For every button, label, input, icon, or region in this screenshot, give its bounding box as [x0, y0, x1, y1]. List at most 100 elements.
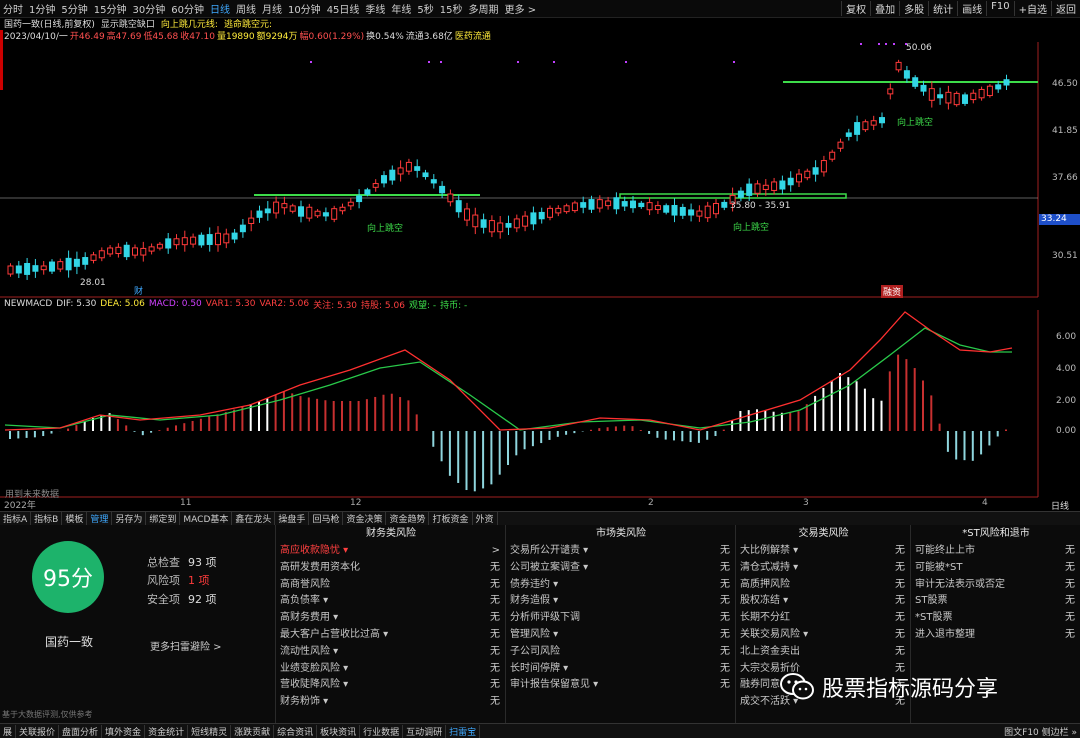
- risk-item-name: *ST股票: [915, 612, 953, 624]
- bottom-tab[interactable]: 展: [0, 724, 17, 738]
- risk-item[interactable]: 长时间停牌 ▾ 无: [506, 661, 736, 678]
- indicator-tab[interactable]: 资金决策: [343, 512, 387, 525]
- signal-dot: [440, 61, 442, 63]
- bottom-tab[interactable]: 行业数据: [360, 724, 404, 738]
- risk-item-name: 高负债率 ▾: [280, 595, 329, 607]
- indicator-tab[interactable]: MACD基本: [180, 512, 233, 525]
- macd-dea: DEA: 5.06: [100, 299, 145, 309]
- indicator-tab[interactable]: 打板资金: [429, 512, 473, 525]
- time-tick: 12: [350, 498, 362, 508]
- signal-dot: [310, 61, 312, 63]
- risk-item[interactable]: *ST股票 无: [911, 610, 1080, 627]
- risk-item[interactable]: 清仓式减持 ▾ 无: [736, 560, 911, 577]
- candle: [1003, 79, 1010, 86]
- candle: [231, 232, 238, 240]
- macd-name[interactable]: NEWMACD: [4, 299, 52, 309]
- risk-item[interactable]: 审计报告保留意见 ▾ 无: [506, 677, 736, 694]
- candle: [389, 169, 396, 181]
- bottom-tab[interactable]: 短线精灵: [188, 724, 232, 738]
- candle: [522, 215, 529, 227]
- risk-item[interactable]: 股权冻结 ▾ 无: [736, 593, 911, 610]
- risk-item[interactable]: 营收陡降风险 ▾ 无: [276, 677, 506, 694]
- candle: [331, 208, 338, 220]
- risk-item[interactable]: 业绩变脸风险 ▾ 无: [276, 661, 506, 678]
- risk-item[interactable]: 高负债率 ▾ 无: [276, 593, 506, 610]
- stat-value: 1 项: [188, 574, 210, 587]
- bottom-tab[interactable]: 互动调研: [403, 724, 447, 738]
- risk-item[interactable]: 高质押风险 无: [736, 577, 911, 594]
- risk-item[interactable]: 高商誉风险 无: [276, 577, 506, 594]
- indicator-tabs: 指标A 指标B 模板 管理 另存为 绑定到 MACD基本 鑫在龙头 操盘手 回马枪 资金决策 资金趋势…: [0, 511, 1080, 526]
- watermark-text: 股票指标源码分享: [822, 677, 999, 702]
- risk-item[interactable]: 长期不分红 无: [736, 610, 911, 627]
- candle: [372, 183, 379, 188]
- indicator-tab[interactable]: 另存为: [112, 512, 147, 525]
- risk-item-status: 无: [895, 595, 905, 607]
- risk-item[interactable]: 流动性风险 ▾ 无: [276, 644, 506, 661]
- indicator-tab[interactable]: 资金趋势: [386, 512, 430, 525]
- candle: [903, 70, 910, 79]
- risk-item[interactable]: ST股票 无: [911, 593, 1080, 610]
- candle: [796, 173, 802, 183]
- bottom-tab[interactable]: 盘面分析: [59, 724, 103, 738]
- signal-dot: [860, 43, 862, 45]
- score-badge: 95分: [32, 541, 104, 613]
- risk-item[interactable]: 审计无法表示或否定 无: [911, 577, 1080, 594]
- dif-line: [4, 311, 1013, 431]
- bottom-tab[interactable]: 资金统计: [145, 724, 189, 738]
- indicator-tab[interactable]: 鑫在龙头: [232, 512, 276, 525]
- risk-item[interactable]: 高应收款隐忧 ▾ >: [276, 543, 506, 560]
- bottom-tab[interactable]: 填外资金: [102, 724, 146, 738]
- indicator-tab[interactable]: 外资: [473, 512, 498, 525]
- risk-item[interactable]: 高研发费用资本化 无: [276, 560, 506, 577]
- risk-item[interactable]: 管理风险 ▾ 无: [506, 627, 736, 644]
- candle: [356, 195, 363, 203]
- risk-item[interactable]: 财务粉饰 ▾ 无: [276, 694, 506, 711]
- candle: [970, 92, 977, 101]
- risk-item[interactable]: 债券违约 ▾ 无: [506, 577, 736, 594]
- risk-item[interactable]: 高财务费用 ▾ 无: [276, 610, 506, 627]
- candle: [414, 166, 421, 171]
- candle: [464, 208, 470, 221]
- bottom-tab[interactable]: 关联报价: [16, 724, 60, 738]
- indicator-tab[interactable]: 管理: [87, 512, 113, 525]
- stat-label: 总检查: [147, 556, 180, 569]
- candle: [721, 201, 728, 208]
- period-switch-button[interactable]: 日线: [1040, 499, 1080, 512]
- risk-item[interactable]: 交易所公开谴责 ▾ 无: [506, 543, 736, 560]
- indicator-tab[interactable]: 模板: [62, 512, 88, 525]
- stat-label: 安全项: [147, 593, 180, 606]
- risk-item-status: 无: [1065, 578, 1075, 590]
- risk-item-status: 无: [895, 561, 905, 573]
- bottom-tab[interactable]: 板块资讯: [317, 724, 361, 738]
- risk-item[interactable]: 北上资金卖出 无: [736, 644, 911, 661]
- risk-item[interactable]: 可能终止上市 无: [911, 543, 1080, 560]
- wechat-icon: [780, 673, 814, 700]
- candle: [879, 117, 885, 124]
- sidebar-toggle[interactable]: 图文F10 侧边栏 »: [1001, 725, 1080, 738]
- risk-item[interactable]: 子公司风险 无: [506, 644, 736, 661]
- more-scan-link[interactable]: 更多扫雷避险 >: [150, 638, 222, 653]
- bottom-tab[interactable]: 综合资讯: [274, 724, 318, 738]
- risk-item-name: 高财务费用 ▾: [280, 612, 339, 624]
- indicator-tab[interactable]: 回马枪: [309, 512, 344, 525]
- candle: [439, 185, 446, 194]
- risk-item[interactable]: 关联交易风险 ▾ 无: [736, 627, 911, 644]
- bottom-tab[interactable]: 涨跌贡献: [231, 724, 275, 738]
- macd-attention: 关注: 5.30: [313, 300, 358, 311]
- signal-dot: [553, 61, 555, 63]
- bottom-tab[interactable]: 扫雷宝: [446, 724, 481, 738]
- risk-item[interactable]: 可能被*ST 无: [911, 560, 1080, 577]
- finance-marker[interactable]: 财: [134, 284, 143, 297]
- indicator-tab[interactable]: 绑定到: [146, 512, 181, 525]
- indicator-tab[interactable]: 操盘手: [275, 512, 310, 525]
- risk-item[interactable]: 财务造假 ▾ 无: [506, 593, 736, 610]
- risk-item[interactable]: 分析师评级下调 无: [506, 610, 736, 627]
- risk-item[interactable]: 公司被立案调查 ▾ 无: [506, 560, 736, 577]
- risk-item[interactable]: 进入退市整理 无: [911, 627, 1080, 644]
- risk-item[interactable]: 大比例解禁 ▾ 无: [736, 543, 911, 560]
- indicator-tab[interactable]: 指标A: [0, 512, 32, 525]
- margin-marker[interactable]: 融资: [881, 285, 904, 298]
- indicator-tab[interactable]: 指标B: [31, 512, 63, 525]
- risk-item[interactable]: 最大客户占营收比过高 ▾ 无: [276, 627, 506, 644]
